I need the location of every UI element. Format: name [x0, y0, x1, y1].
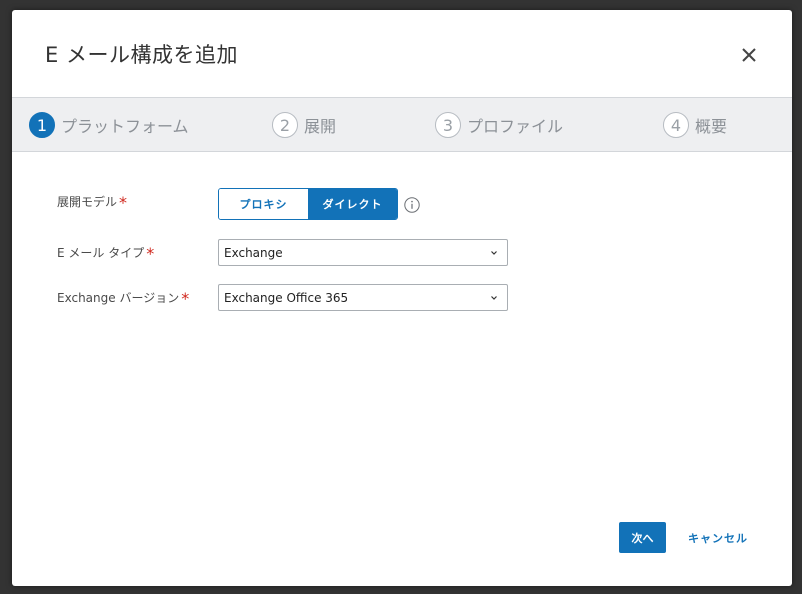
step-platform[interactable]: 1 プラットフォーム — [29, 110, 189, 140]
dialog-header: E メール構成を追加 — [12, 10, 792, 97]
label-text: 展開モデル — [57, 195, 118, 209]
label-text: E メール タイプ — [57, 246, 145, 260]
email-type-label: E メール タイプ * — [57, 244, 154, 263]
select-value: Exchange — [224, 246, 283, 260]
deployment-model-label: 展開モデル * — [57, 193, 127, 212]
dialog-title: E メール構成を追加 — [45, 43, 238, 67]
exchange-version-label: Exchange バージョン * — [57, 289, 189, 308]
step-label: プロファイル — [467, 117, 564, 136]
required-mark: * — [146, 244, 155, 263]
select-value: Exchange Office 365 — [224, 291, 349, 305]
email-type-select[interactable]: Exchange — [218, 239, 508, 266]
step-summary[interactable]: 4 概要 — [663, 110, 727, 140]
deployment-model-toggle: プロキシ ダイレクト — [218, 188, 398, 220]
step-number: 4 — [663, 112, 689, 138]
label-text: Exchange バージョン — [57, 291, 180, 305]
close-icon — [742, 48, 756, 62]
exchange-version-select[interactable]: Exchange Office 365 — [218, 284, 508, 311]
close-button[interactable] — [738, 44, 760, 66]
step-number: 3 — [435, 112, 461, 138]
step-number: 2 — [272, 112, 298, 138]
info-icon[interactable] — [404, 197, 420, 213]
step-number: 1 — [29, 112, 55, 138]
cancel-button[interactable]: キャンセル — [688, 530, 748, 546]
wizard-stepper: 1 プラットフォーム 2 展開 3 プロファイル 4 概要 — [12, 97, 792, 152]
add-email-config-dialog: E メール構成を追加 1 プラットフォーム 2 展開 3 プロファイル 4 概要… — [12, 10, 792, 586]
required-mark: * — [119, 193, 128, 212]
chevron-down-icon — [491, 296, 497, 300]
step-profile[interactable]: 3 プロファイル — [435, 110, 563, 140]
required-mark: * — [181, 289, 190, 308]
step-deployment[interactable]: 2 展開 — [272, 110, 336, 140]
proxy-option-button[interactable]: プロキシ — [219, 189, 308, 219]
step-label: プラットフォーム — [61, 117, 189, 136]
step-label: 展開 — [304, 117, 337, 136]
chevron-down-icon — [491, 251, 497, 255]
step-label: 概要 — [695, 117, 728, 136]
direct-option-button[interactable]: ダイレクト — [308, 189, 397, 219]
next-button[interactable]: 次へ — [619, 522, 666, 553]
